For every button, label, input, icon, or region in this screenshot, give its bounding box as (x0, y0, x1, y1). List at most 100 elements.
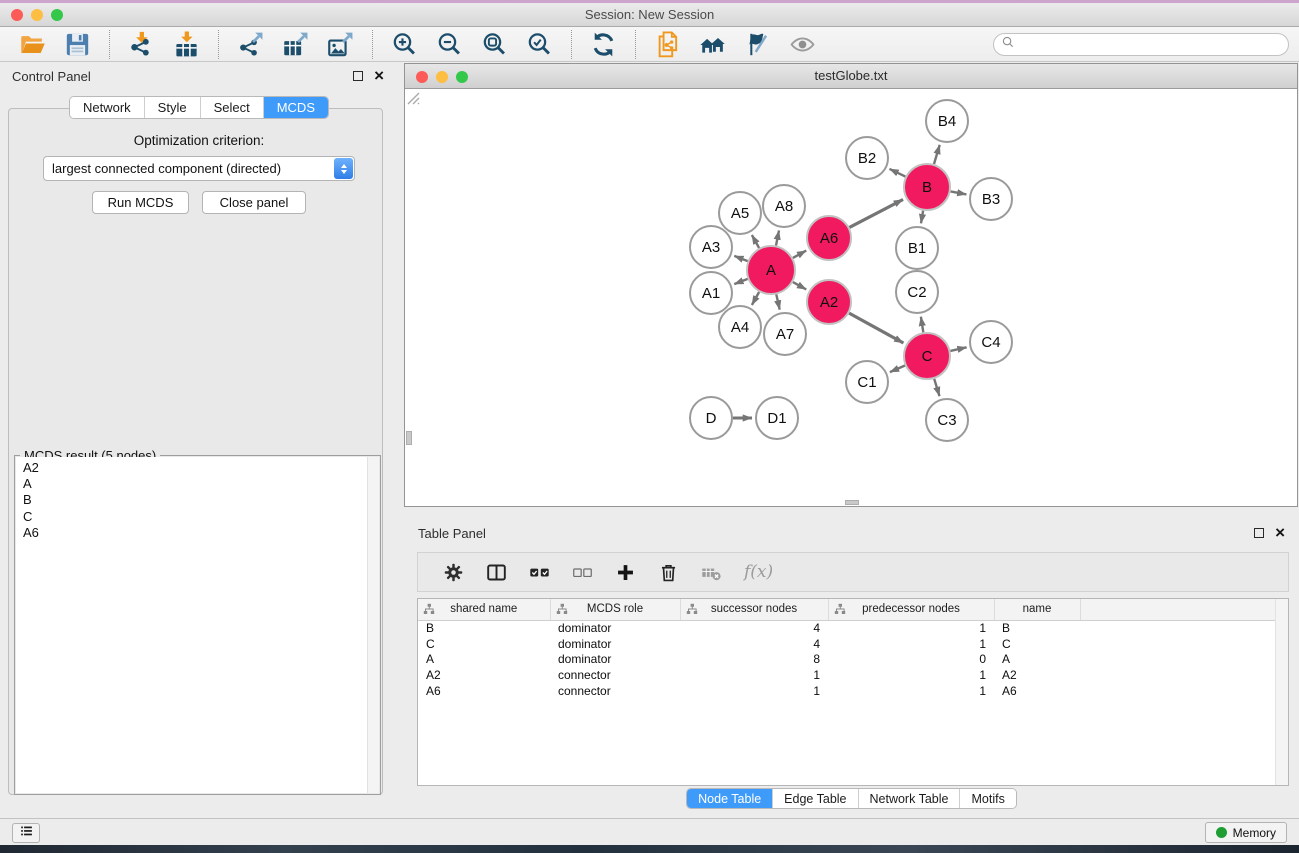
node-A[interactable]: A (747, 246, 795, 294)
column-header-MCDS-role[interactable]: MCDS role (550, 599, 680, 620)
mcds-result-item[interactable]: B (16, 492, 379, 508)
cell[interactable]: B (994, 620, 1080, 636)
edge-B-B4[interactable] (934, 145, 940, 164)
cell[interactable]: 1 (680, 667, 828, 683)
edge-A-A2[interactable] (793, 282, 806, 289)
add-column-button[interactable] (615, 562, 636, 583)
cell[interactable]: A6 (994, 683, 1080, 699)
network-canvas[interactable]: B4B2BB3A8A5A6B1A3AC2A1A2A4A7C4CC1C3DD1 (405, 90, 1297, 506)
mcds-result-item[interactable]: C (16, 509, 379, 525)
edge-A-A6[interactable] (793, 251, 806, 258)
float-panel-icon[interactable] (353, 71, 363, 81)
tab-mcds[interactable]: MCDS (263, 97, 328, 118)
zoom-in-button[interactable] (391, 31, 418, 58)
tab-motifs[interactable]: Motifs (959, 789, 1015, 808)
cell[interactable]: dominator (550, 651, 680, 667)
search-box[interactable] (993, 33, 1289, 56)
save-session-button[interactable] (64, 31, 91, 58)
cell[interactable]: 8 (680, 651, 828, 667)
delete-column-button[interactable] (658, 562, 679, 583)
cell[interactable]: A2 (994, 667, 1080, 683)
cell[interactable]: A (418, 651, 550, 667)
table-row[interactable]: A2connector11A2 (418, 667, 1275, 683)
tab-network-table[interactable]: Network Table (858, 789, 960, 808)
close-panel-icon[interactable]: × (374, 71, 384, 81)
node-C1[interactable]: C1 (846, 361, 888, 403)
column-header-name[interactable]: name (994, 599, 1080, 620)
deselect-all-button[interactable] (572, 562, 593, 583)
cell[interactable]: A (994, 651, 1080, 667)
mcds-result-item[interactable]: A6 (16, 525, 379, 541)
refresh-view-button[interactable] (590, 31, 617, 58)
mcds-result-item[interactable]: A2 (16, 460, 379, 476)
node-A2[interactable]: A2 (807, 280, 851, 324)
import-network-button[interactable] (128, 31, 155, 58)
edge-B-B3[interactable] (951, 191, 967, 194)
column-header-shared-name[interactable]: shared name (418, 599, 550, 620)
cell[interactable]: A2 (418, 667, 550, 683)
column-header-successor-nodes[interactable]: successor nodes (680, 599, 828, 620)
node-C2[interactable]: C2 (896, 271, 938, 313)
edge-C-C3[interactable] (934, 379, 939, 396)
cell[interactable]: connector (550, 683, 680, 699)
import-table-button[interactable] (173, 31, 200, 58)
cell[interactable]: C (418, 636, 550, 652)
node-A4[interactable]: A4 (719, 306, 761, 348)
cell[interactable]: 1 (828, 620, 994, 636)
close-panel-button[interactable]: Close panel (202, 191, 306, 214)
zoom-fit-button[interactable] (481, 31, 508, 58)
canvas-horizontal-scrollbar[interactable] (845, 500, 859, 505)
edge-C-C4[interactable] (950, 347, 966, 351)
export-table-button[interactable] (282, 31, 309, 58)
column-header-predecessor-nodes[interactable]: predecessor nodes (828, 599, 994, 620)
cell[interactable]: B (418, 620, 550, 636)
cell[interactable]: dominator (550, 620, 680, 636)
node-C3[interactable]: C3 (926, 399, 968, 441)
node-A7[interactable]: A7 (764, 313, 806, 355)
node-A8[interactable]: A8 (763, 185, 805, 227)
node-A1[interactable]: A1 (690, 272, 732, 314)
table-row[interactable]: A6connector11A6 (418, 683, 1275, 699)
resize-grip-icon[interactable] (405, 90, 420, 105)
edge-A-A1[interactable] (734, 279, 747, 284)
delete-table-button[interactable] (701, 562, 722, 583)
table-scrollbar[interactable] (1275, 599, 1288, 785)
open-session-button[interactable] (19, 31, 46, 58)
search-input[interactable] (1017, 37, 1284, 53)
split-table-button[interactable] (486, 562, 507, 583)
node-B[interactable]: B (904, 164, 950, 210)
node-A5[interactable]: A5 (719, 192, 761, 234)
task-history-button[interactable] (12, 823, 40, 843)
cell[interactable]: 1 (828, 683, 994, 699)
tab-network[interactable]: Network (70, 97, 144, 118)
node-C4[interactable]: C4 (970, 321, 1012, 363)
eye-button[interactable] (789, 31, 816, 58)
edge-C-C1[interactable] (890, 366, 905, 373)
edge-A-A4[interactable] (752, 292, 759, 305)
export-image-button[interactable] (327, 31, 354, 58)
cell[interactable]: 1 (828, 636, 994, 652)
cell[interactable]: 1 (828, 667, 994, 683)
node-D[interactable]: D (690, 397, 732, 439)
graphics-details-button[interactable] (744, 31, 771, 58)
edge-C-C2[interactable] (921, 317, 923, 333)
cell[interactable]: 4 (680, 636, 828, 652)
table-settings-button[interactable] (443, 562, 464, 583)
run-mcds-button[interactable]: Run MCDS (92, 191, 189, 214)
tab-edge-table[interactable]: Edge Table (772, 789, 857, 808)
edge-A-A7[interactable] (776, 294, 779, 309)
node-D1[interactable]: D1 (756, 397, 798, 439)
zoom-selected-button[interactable] (526, 31, 553, 58)
function-builder-button[interactable]: f(x) (744, 562, 773, 582)
table-row[interactable]: Bdominator41B (418, 620, 1275, 636)
cell[interactable]: 4 (680, 620, 828, 636)
cell[interactable]: 1 (680, 683, 828, 699)
canvas-vertical-scrollbar[interactable] (406, 431, 412, 445)
mcds-result-item[interactable]: A (16, 476, 379, 492)
edge-A-A5[interactable] (752, 235, 759, 248)
copy-network-button[interactable] (654, 31, 681, 58)
edge-A-A3[interactable] (734, 256, 747, 261)
edge-A-A8[interactable] (776, 231, 779, 246)
select-all-button[interactable] (529, 562, 550, 583)
table-row[interactable]: Cdominator41C (418, 636, 1275, 652)
